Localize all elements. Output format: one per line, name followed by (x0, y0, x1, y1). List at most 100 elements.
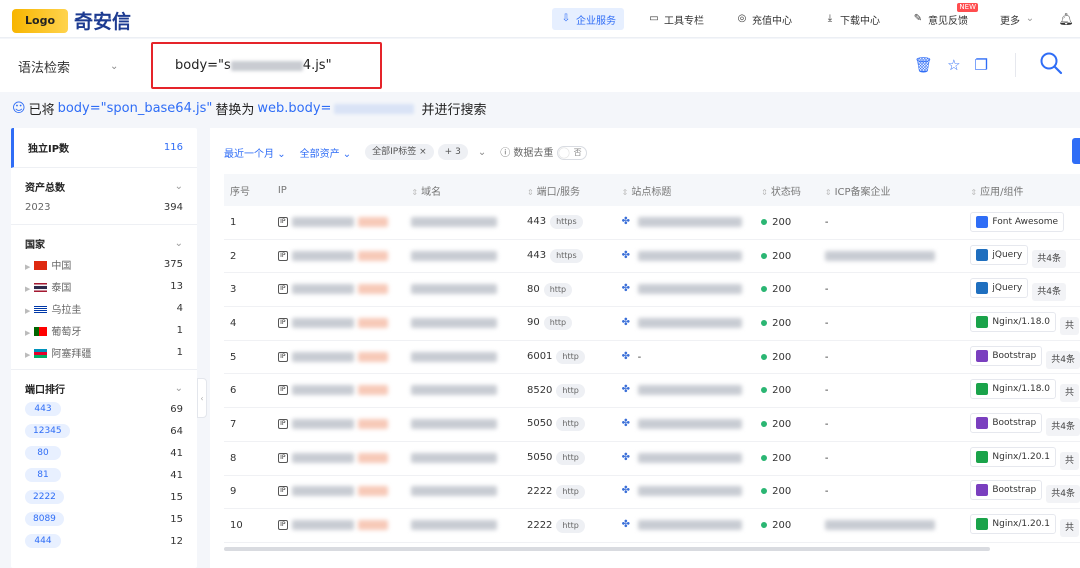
port-item[interactable]: 443 69 (25, 398, 183, 420)
table-row[interactable]: 3 IP 80 http ✤ 200 - jQuery 共4条 (224, 273, 1080, 308)
syntax-select[interactable]: 语法检索 ⌄ (18, 57, 118, 76)
sort-icon[interactable]: ⇕ (761, 188, 768, 197)
expand-icon[interactable]: ▶ (25, 285, 30, 293)
list-item[interactable]: 2023 394 (25, 196, 183, 218)
app-tag[interactable]: Nginx/1.20.1 (970, 446, 1057, 467)
ip-cell[interactable]: IP (272, 418, 412, 430)
table-row[interactable]: 6 IP 8520 http ✤ 200 - Nginx/1.18.0 共 (224, 374, 1080, 409)
sort-icon[interactable]: ⇕ (622, 188, 629, 197)
port-item[interactable]: 444 12 (25, 530, 183, 552)
sort-icon[interactable]: ⇕ (825, 188, 832, 197)
app-tag[interactable]: Nginx/1.18.0 (970, 311, 1057, 332)
table-row[interactable]: 1 IP 443 https ✤ 200 - Font Awesome (224, 206, 1080, 240)
domain-cell[interactable] (411, 250, 527, 262)
site-title-cell[interactable]: ✤ (622, 385, 762, 396)
ip-cell[interactable]: IP (272, 216, 412, 228)
close-icon[interactable]: × (419, 147, 427, 157)
asset-filter[interactable]: 全部资产 ⌄ (300, 145, 352, 160)
site-title-cell[interactable]: ✤ (622, 486, 762, 497)
ip-cell[interactable]: IP (272, 284, 412, 295)
table-row[interactable]: 9 IP 2222 http ✤ 200 - Bootstrap 共4条 (224, 476, 1080, 510)
col-header[interactable]: ⇕ ICP备案企业 (825, 183, 970, 198)
more-apps-pill[interactable]: 共 (1060, 519, 1080, 538)
more-apps-pill[interactable]: 共4条 (1046, 485, 1080, 504)
trash-icon[interactable]: 🗑︎ (914, 56, 933, 74)
table-row[interactable]: 4 IP 90 http ✤ 200 - Nginx/1.18.0 共 (224, 307, 1080, 341)
app-tag[interactable]: jQuery (970, 278, 1029, 299)
nav-feedback[interactable]: ✎ 意见反馈 NEW (904, 3, 978, 30)
copy-icon[interactable]: ❐ (975, 56, 988, 74)
country-item[interactable]: ▶ 乌拉圭 4 (25, 297, 183, 319)
country-item[interactable]: ▶ 中国 375 (25, 253, 183, 275)
site-title-cell[interactable]: ✤ (622, 317, 762, 329)
col-header[interactable]: ⇕ 状态码 (761, 183, 825, 198)
unique-ip-stat[interactable]: 独立IP数 116 (11, 128, 197, 168)
hint-original-query[interactable]: body="spon_base64.js" (58, 101, 213, 116)
more-apps-pill[interactable]: 共 (1060, 384, 1080, 403)
ip-cell[interactable]: IP (272, 250, 412, 262)
dedupe-toggle[interactable]: 否 (556, 146, 587, 160)
port-item[interactable]: 12345 64 (25, 420, 183, 442)
ip-cell[interactable]: IP (272, 351, 412, 363)
table-row[interactable]: 10 IP 2222 http ✤ 200 Nginx/1.20.1 共 (224, 509, 1080, 543)
domain-cell[interactable] (411, 520, 527, 531)
more-apps-pill[interactable]: 共4条 (1032, 249, 1066, 268)
table-row[interactable]: 2 IP 443 https ✤ 200 jQuery 共4条 (224, 240, 1080, 274)
domain-cell[interactable] (411, 351, 527, 363)
ip-cell[interactable]: IP (272, 317, 412, 329)
site-title-cell[interactable]: ✤ (622, 418, 762, 430)
side-action-button[interactable] (1072, 138, 1080, 164)
col-header[interactable]: IP (272, 185, 412, 196)
ip-cell[interactable]: IP (272, 486, 412, 497)
app-tag[interactable]: Nginx/1.18.0 (970, 379, 1057, 400)
time-filter[interactable]: 最近一个月 ⌄ (224, 145, 286, 160)
more-apps-pill[interactable]: 共 (1060, 316, 1080, 335)
site-title-cell[interactable]: ✤ (622, 284, 762, 295)
expand-icon[interactable]: ▶ (25, 307, 30, 315)
site-title-cell[interactable]: ✤ (622, 250, 762, 262)
logo[interactable]: Logo 奇安信 (12, 7, 131, 34)
col-header[interactable]: 序号 (224, 183, 272, 198)
port-rank-header[interactable]: 端口排行 ⌄ (25, 378, 183, 398)
nav-more[interactable]: 更多 ⌄ (992, 8, 1044, 30)
star-icon[interactable]: ☆ (947, 56, 960, 74)
ip-tag-filter[interactable]: 全部IP标签 × (365, 144, 434, 160)
table-row[interactable]: 5 IP 6001 http ✤ - 200 - Bootstrap 共4条 (224, 341, 1080, 375)
site-title-cell[interactable]: ✤ - (622, 351, 762, 363)
tag-more-count[interactable]: + 3 (437, 144, 468, 160)
port-item[interactable]: 81 41 (25, 464, 183, 486)
search-input[interactable]: body="s 4.js" (151, 42, 382, 89)
nav-tools[interactable]: ▭ 工具专栏 (640, 8, 712, 30)
domain-cell[interactable] (411, 418, 527, 430)
search-icon[interactable] (1039, 51, 1063, 75)
collapse-sidebar-handle[interactable]: ‹ (197, 378, 207, 418)
asset-total-header[interactable]: 资产总数 ⌄ (25, 176, 183, 196)
sort-icon[interactable]: ⇕ (970, 188, 977, 197)
more-apps-pill[interactable]: 共4条 (1032, 283, 1066, 302)
horizontal-scrollbar[interactable] (224, 547, 990, 551)
port-item[interactable]: 80 41 (25, 442, 183, 464)
more-apps-pill[interactable]: 共4条 (1046, 417, 1080, 436)
domain-cell[interactable] (411, 317, 527, 329)
sort-icon[interactable]: ⇕ (411, 188, 418, 197)
ip-cell[interactable]: IP (272, 452, 412, 464)
site-title-cell[interactable]: ✤ (622, 216, 762, 228)
country-header[interactable]: 国家 ⌄ (25, 233, 183, 253)
app-tag[interactable]: jQuery (970, 244, 1029, 265)
expand-icon[interactable]: ▶ (25, 329, 30, 337)
ip-cell[interactable]: IP (272, 520, 412, 531)
ip-cell[interactable]: IP (272, 385, 412, 396)
bell-icon[interactable]: 🔔︎ (1058, 13, 1073, 25)
port-item[interactable]: 2222 15 (25, 486, 183, 508)
domain-cell[interactable] (411, 284, 527, 295)
hint-replaced-query[interactable]: web.body= (257, 101, 331, 116)
expand-icon[interactable]: ▶ (25, 263, 30, 271)
domain-cell[interactable] (411, 452, 527, 464)
app-tag[interactable]: Bootstrap (970, 412, 1043, 433)
domain-cell[interactable] (411, 486, 527, 497)
more-apps-pill[interactable]: 共4条 (1046, 350, 1080, 369)
sort-icon[interactable]: ⇕ (527, 188, 534, 197)
col-header[interactable]: ⇕ 站点标题 (622, 183, 762, 198)
app-tag[interactable]: Bootstrap (970, 345, 1043, 366)
chevron-down-icon[interactable]: ⌄ (478, 147, 486, 158)
